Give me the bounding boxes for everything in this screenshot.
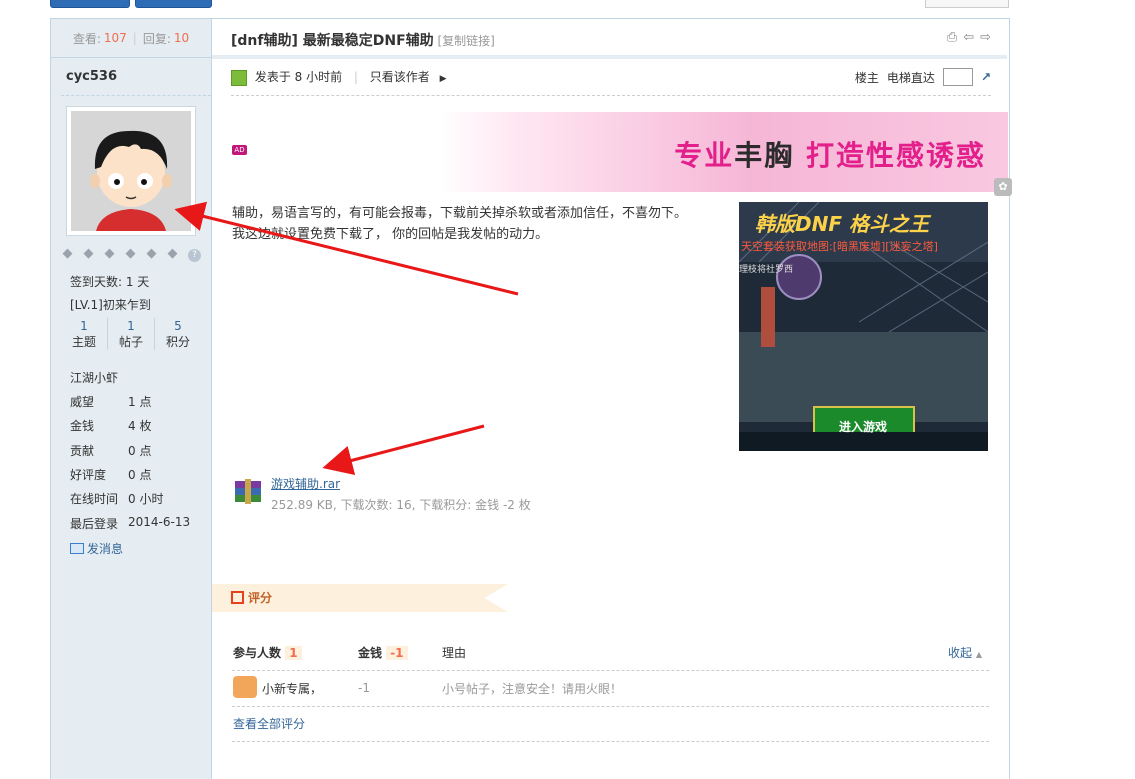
rating-table-header: 参与人数 1 金钱 -1 理由 收起 ▲ [233, 644, 990, 666]
collapse-rating[interactable]: 收起 ▲ [948, 644, 982, 661]
participants-count: 1 [285, 646, 302, 660]
rating-header: 评分 [231, 589, 272, 606]
rating-divider [232, 670, 989, 671]
collapse-label: 收起 [948, 646, 973, 660]
rating-title: 评分 [248, 591, 273, 605]
attachment-link[interactable]: 游戏辅助.rar [271, 475, 340, 492]
view-all-ratings[interactable]: 查看全部评分 [233, 715, 305, 732]
rater-money: -1 [358, 681, 370, 695]
red-arrow [174, 201, 519, 296]
rater-avatar[interactable] [233, 676, 257, 698]
red-arrow [322, 424, 485, 475]
rater-reason: 小号帖子，注意安全！请用火眼！ [442, 682, 623, 696]
checkbox-icon [231, 591, 244, 604]
attachment-meta: 252.89 KB, 下载次数: 16, 下载积分: 金钱 -2 枚 [271, 498, 531, 512]
col-participants: 参与人数 1 [233, 644, 302, 661]
col-reason: 理由 [442, 646, 467, 660]
col-money-label: 金钱 [358, 646, 383, 660]
col-money: 金钱 -1 [358, 644, 408, 661]
rater-name[interactable]: 小新专属， [262, 680, 322, 697]
rating-row: 小新专属， -1 小号帖子，注意安全！请用火眼！ [233, 676, 990, 702]
rar-archive-icon [233, 477, 263, 505]
chevron-up-icon: ▲ [975, 650, 982, 659]
rating-divider [232, 706, 989, 707]
money-total: -1 [386, 646, 408, 660]
col-participants-label: 参与人数 [233, 646, 282, 660]
rating-divider [232, 741, 989, 742]
